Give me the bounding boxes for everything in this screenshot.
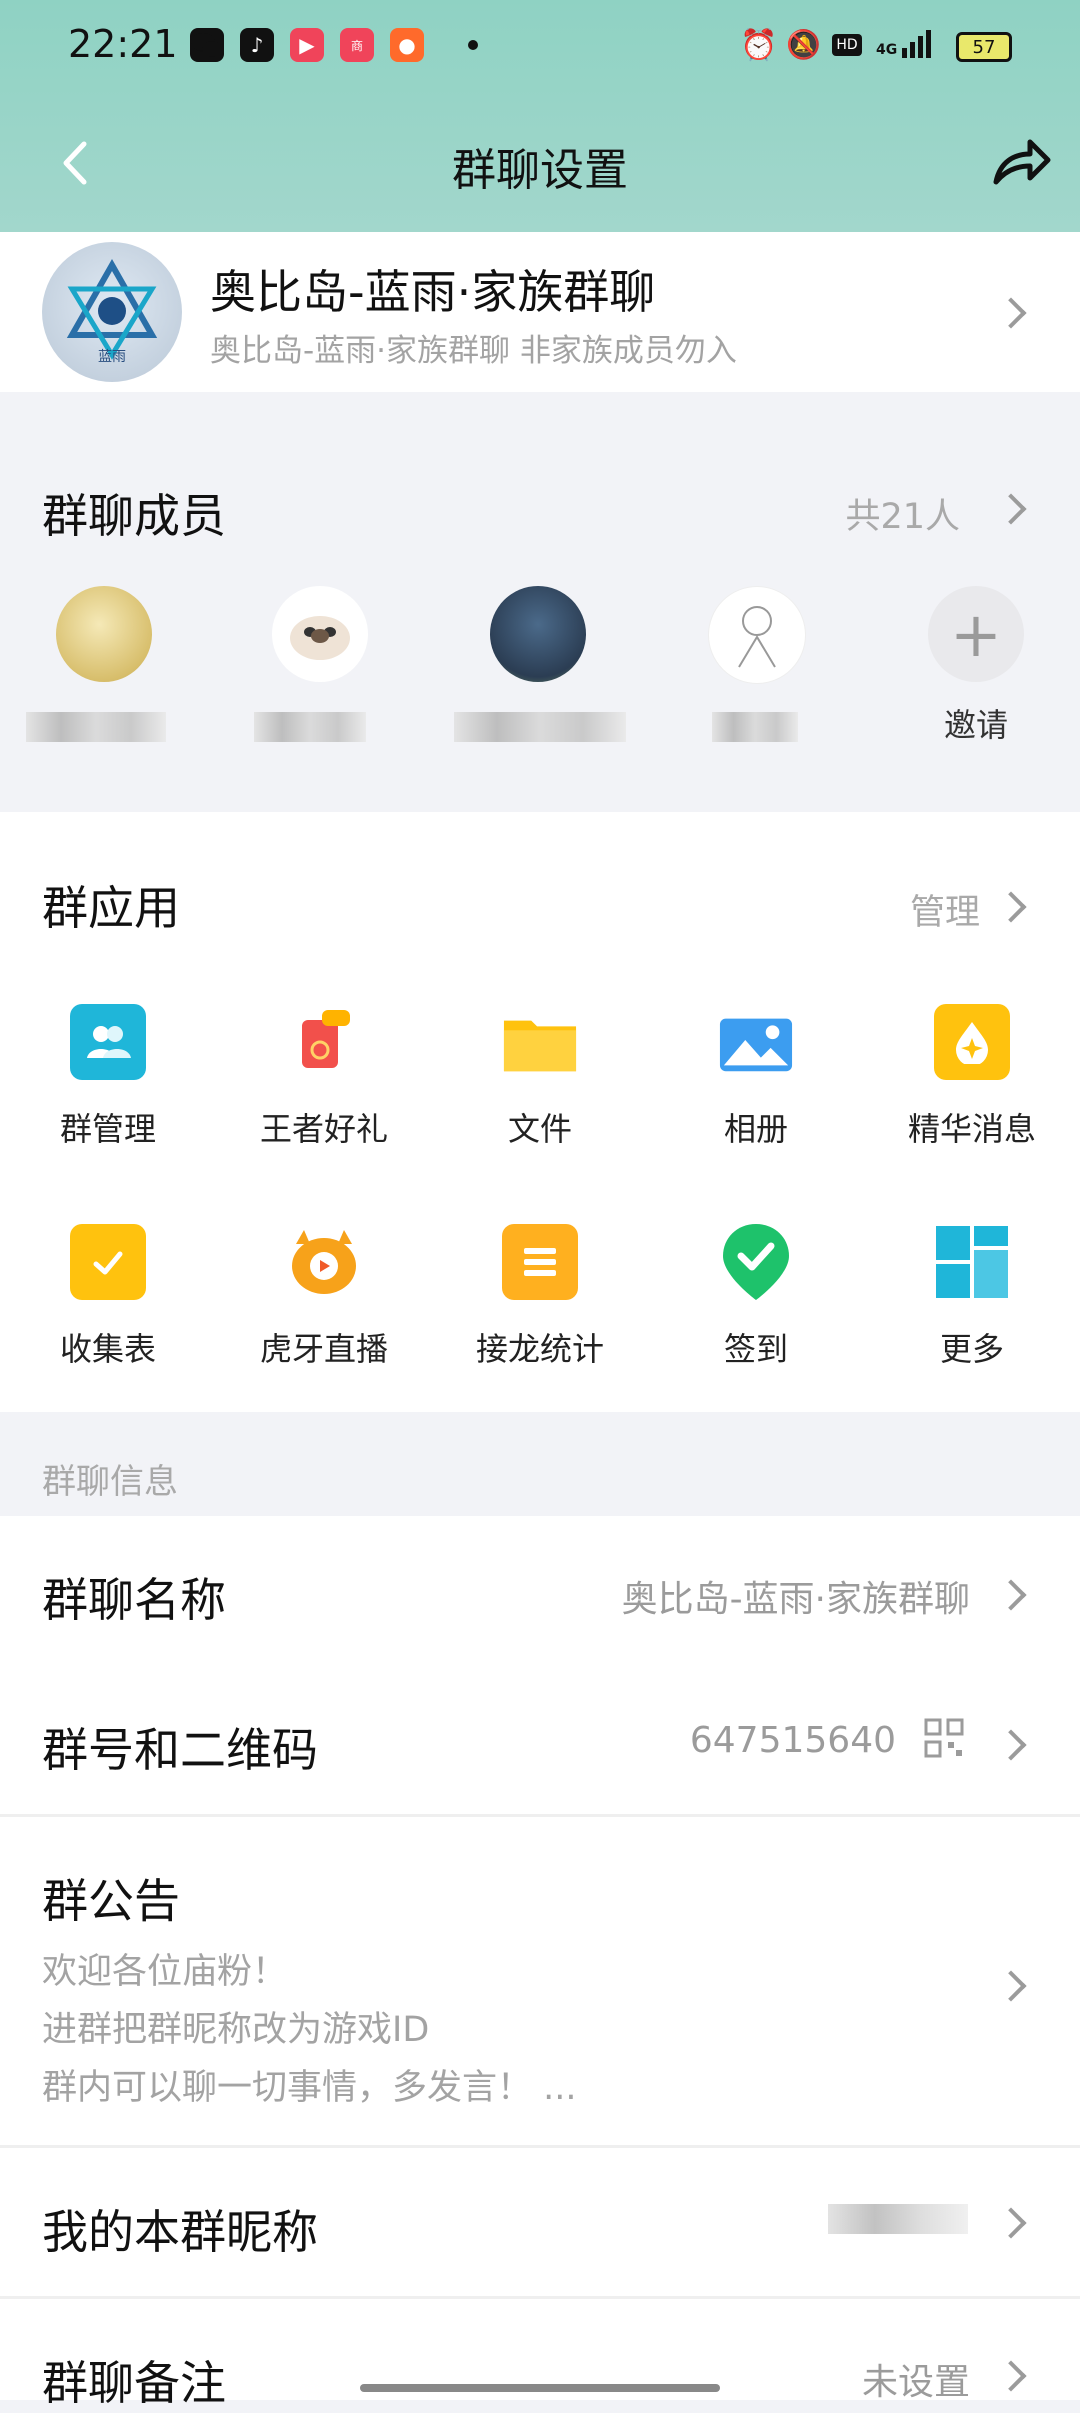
- group-name-title: 群聊名称: [42, 1573, 226, 1627]
- video-app-icon: ▶: [290, 28, 324, 62]
- app-label: 精华消息: [907, 1110, 1036, 1148]
- signal-icon: 4G: [876, 30, 932, 58]
- chevron-right-icon: [995, 1579, 1027, 1611]
- more-notifications-dot: [468, 40, 478, 50]
- app-label: 群管理: [59, 1110, 156, 1148]
- group-notice-title: 群公告: [42, 1874, 180, 1928]
- notice-line: 群内可以聊一切事情，多发言！ ...: [42, 2068, 577, 2108]
- app-solitaire-stats[interactable]: 接龙统计: [432, 1224, 648, 1370]
- app-essence[interactable]: 精华消息: [864, 1004, 1080, 1150]
- my-nickname-row[interactable]: 我的本群昵称: [0, 2148, 1080, 2296]
- app-label: 更多: [939, 1330, 1004, 1368]
- notice-line: 进群把群昵称改为游戏ID: [42, 2010, 430, 2050]
- group-number-title: 群号和二维码: [42, 1723, 318, 1777]
- app-more[interactable]: 更多: [864, 1224, 1080, 1370]
- group-notice-row[interactable]: 群公告 欢迎各位庙粉！ 进群把群昵称改为游戏ID 群内可以聊一切事情，多发言！ …: [0, 1817, 1080, 2147]
- page-title: 群聊设置: [452, 145, 628, 196]
- app-label: 文件: [507, 1110, 572, 1148]
- group-name: 奥比岛-蓝雨·家族群聊: [210, 265, 656, 319]
- group-number-value: 647515640: [689, 1720, 896, 1761]
- group-subtitle: 奥比岛-蓝雨·家族群聊 非家族成员勿入: [210, 333, 737, 369]
- member-name-blurred: [712, 712, 798, 742]
- grid-icon: [934, 1224, 1010, 1300]
- app-label: 虎牙直播: [259, 1330, 388, 1368]
- app-album[interactable]: 相册: [648, 1004, 864, 1150]
- app-group-manage[interactable]: 群管理: [0, 1004, 216, 1150]
- invite-label[interactable]: 邀请: [928, 700, 1024, 746]
- chevron-right-icon: [995, 1729, 1027, 1761]
- group-name-row[interactable]: 群聊名称 奥比岛-蓝雨·家族群聊: [0, 1516, 1080, 1666]
- group-avatar[interactable]: 蓝雨: [42, 242, 182, 382]
- album-icon: [718, 1004, 794, 1080]
- member-avatar[interactable]: [490, 586, 586, 682]
- group-manage-icon: [70, 1004, 146, 1080]
- chevron-right-icon: [995, 2207, 1027, 2239]
- alarm-icon: ⏰: [740, 28, 778, 63]
- app-label: 签到: [723, 1330, 788, 1368]
- huya-icon: [286, 1224, 362, 1300]
- member-avatar[interactable]: [272, 586, 368, 682]
- group-notice-content: 欢迎各位庙粉！ 进群把群昵称改为游戏ID 群内可以聊一切事情，多发言！ ...: [42, 1943, 577, 2117]
- my-nickname-title: 我的本群昵称: [42, 2205, 318, 2259]
- member-name-blurred: [26, 712, 166, 742]
- group-remark-value: 未设置: [861, 2362, 970, 2403]
- notice-line: 欢迎各位庙粉！: [42, 1952, 288, 1992]
- network-type-label: 4G: [876, 42, 898, 58]
- checkin-icon: [718, 1224, 794, 1300]
- member-name-blurred: [254, 712, 366, 742]
- mute-icon: 🔕: [786, 28, 821, 61]
- qr-code-icon: [924, 1718, 964, 1762]
- app-label: 接龙统计: [475, 1330, 604, 1368]
- apps-manage-link[interactable]: 管理: [910, 884, 980, 935]
- info-section-title: 群聊信息: [42, 1462, 178, 1502]
- svg-text:蓝雨: 蓝雨: [98, 349, 126, 365]
- tiktok-icon: ♪: [240, 28, 274, 62]
- gift-icon: [286, 1004, 362, 1080]
- list-icon: [502, 1224, 578, 1300]
- member-name-blurred: [454, 712, 626, 742]
- app-checkin[interactable]: 签到: [648, 1224, 864, 1370]
- share-icon[interactable]: [990, 136, 1052, 192]
- apps-title: 群应用: [42, 881, 180, 935]
- app-label: 收集表: [59, 1330, 156, 1368]
- home-indicator[interactable]: [360, 2384, 720, 2392]
- form-icon: [70, 1224, 146, 1300]
- shop-app-icon: 商: [340, 28, 374, 62]
- nickname-value-blurred: [828, 2204, 968, 2234]
- invite-button[interactable]: +: [928, 586, 1024, 682]
- status-time: 22:21: [68, 22, 178, 66]
- group-number-row[interactable]: 群号和二维码 647515640: [0, 1666, 1080, 1816]
- group-name-value: 奥比岛-蓝雨·家族群聊: [621, 1579, 970, 1620]
- members-count[interactable]: 共21人: [845, 488, 960, 539]
- wechat-icon-glyph: [190, 28, 224, 62]
- app-huya[interactable]: 虎牙直播: [216, 1224, 432, 1370]
- essence-icon: [934, 1004, 1010, 1080]
- folder-icon: [502, 1004, 578, 1080]
- hd-icon: HD: [832, 34, 862, 56]
- member-avatar[interactable]: [708, 586, 806, 684]
- member-avatar[interactable]: [56, 586, 152, 682]
- app-form[interactable]: 收集表: [0, 1224, 216, 1370]
- members-title: 群聊成员: [42, 489, 226, 543]
- chevron-right-icon: [995, 1970, 1027, 2002]
- photo-app-icon: ●: [390, 28, 424, 62]
- chevron-right-icon: [995, 2360, 1027, 2392]
- app-label: 王者好礼: [259, 1110, 388, 1148]
- group-remark-title: 群聊备注: [42, 2356, 226, 2410]
- battery-level: 57: [972, 36, 996, 58]
- app-label: 相册: [723, 1110, 788, 1148]
- app-gift[interactable]: 王者好礼: [216, 1004, 432, 1150]
- battery-indicator: 57: [956, 32, 1012, 62]
- app-files[interactable]: 文件: [432, 1004, 648, 1150]
- group-logo-icon: 蓝雨: [66, 258, 158, 365]
